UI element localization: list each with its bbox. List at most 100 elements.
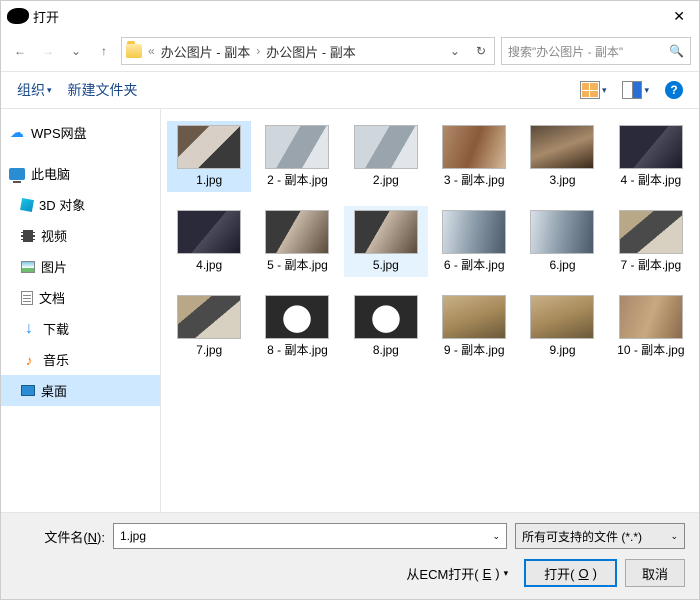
file-item[interactable]: 9.jpg [520, 291, 604, 362]
breadcrumb-sep: « [148, 44, 155, 58]
file-thumbnail [530, 125, 594, 169]
open-button[interactable]: 打开(O) [524, 559, 617, 587]
file-name: 7.jpg [196, 343, 222, 358]
filename-label: 文件名(N): [15, 527, 105, 546]
cloud-icon: ☁ [9, 125, 25, 141]
sidebar-item-cube[interactable]: 3D 对象 [1, 189, 160, 220]
sidebar-item-label: 3D 对象 [39, 195, 85, 214]
nav-row: ← → ⌄ ↑ « 办公图片 - 副本 › 办公图片 - 副本 ⌄ ↻ 搜索"办… [1, 31, 699, 71]
file-thumbnail [619, 295, 683, 339]
file-name: 3.jpg [549, 173, 575, 188]
address-dropdown[interactable]: ⌄ [444, 44, 466, 58]
ecm-open-button[interactable]: 从ECM打开(E)▾ [406, 564, 508, 583]
file-item[interactable]: 7.jpg [167, 291, 251, 362]
footer: 文件名(N): 1.jpg ⌄ 所有可支持的文件 (*.*) ⌄ 从ECM打开(… [1, 512, 699, 599]
cube-icon [20, 198, 34, 212]
file-name: 5 - 副本.jpg [267, 258, 328, 273]
search-input[interactable]: 搜索"办公图片 - 副本" 🔍 [501, 37, 691, 65]
close-icon[interactable]: ✕ [665, 4, 693, 29]
file-type-filter[interactable]: 所有可支持的文件 (*.*) ⌄ [515, 523, 685, 549]
sidebar: ☁WPS网盘此电脑 3D 对象视频图片文档↓ 下载 ♪ 音乐桌面 [1, 109, 161, 512]
file-item[interactable]: 8.jpg [344, 291, 428, 362]
sidebar-item-desk[interactable]: 桌面 [1, 375, 160, 406]
file-thumbnail [354, 210, 418, 254]
sidebar-item-label: 下载 [43, 319, 69, 338]
sidebar-item-film[interactable]: 视频 [1, 220, 160, 251]
file-thumbnail [442, 125, 506, 169]
new-folder-button[interactable]: 新建文件夹 [62, 76, 144, 104]
chevron-down-icon[interactable]: ⌄ [670, 531, 678, 542]
file-name: 8 - 副本.jpg [267, 343, 328, 358]
preview-pane-button[interactable]: ▾ [616, 77, 655, 103]
forward-button[interactable]: → [37, 40, 59, 62]
file-item[interactable]: 3 - 副本.jpg [432, 121, 516, 192]
open-dialog: 打开 ✕ ← → ⌄ ↑ « 办公图片 - 副本 › 办公图片 - 副本 ⌄ ↻… [0, 0, 700, 600]
file-item[interactable]: 7 - 副本.jpg [609, 206, 693, 277]
file-name: 1.jpg [196, 173, 222, 188]
file-thumbnail [177, 295, 241, 339]
refresh-icon[interactable]: ↻ [472, 44, 490, 58]
recent-dropdown[interactable]: ⌄ [65, 40, 87, 62]
file-thumbnail [530, 210, 594, 254]
sidebar-item-music[interactable]: ♪ 音乐 [1, 344, 160, 375]
file-name: 9 - 副本.jpg [444, 343, 505, 358]
breadcrumb-part-1[interactable]: 办公图片 - 副本 [266, 42, 356, 61]
file-name: 10 - 副本.jpg [617, 343, 684, 358]
file-thumbnail [177, 210, 241, 254]
file-thumbnail [442, 295, 506, 339]
address-bar[interactable]: « 办公图片 - 副本 › 办公图片 - 副本 ⌄ ↻ [121, 37, 495, 65]
sidebar-item-label: 桌面 [41, 381, 67, 400]
sidebar-item-cloud[interactable]: ☁WPS网盘 [1, 117, 160, 148]
cancel-button[interactable]: 取消 [625, 559, 685, 587]
file-name: 4.jpg [196, 258, 222, 273]
titlebar: 打开 ✕ [1, 1, 699, 31]
desk-icon [21, 385, 35, 396]
sidebar-item-label: 图片 [41, 257, 67, 276]
file-grid: 1.jpg 2 - 副本.jpg2.jpg3 - 副本.jpg 3.jpg 4 - 副… [161, 109, 699, 512]
file-item[interactable]: 8 - 副本.jpg [255, 291, 339, 362]
back-button[interactable]: ← [9, 40, 31, 62]
sidebar-item-pic[interactable]: 图片 [1, 251, 160, 282]
pic-icon [21, 261, 35, 273]
file-item[interactable]: 2 - 副本.jpg [255, 121, 339, 192]
organize-button[interactable]: 组织▾ [11, 76, 58, 104]
sidebar-item-label: 此电脑 [31, 164, 70, 183]
file-name: 7 - 副本.jpg [620, 258, 681, 273]
file-item[interactable]: 6.jpg [520, 206, 604, 277]
help-button[interactable]: ? [659, 77, 689, 103]
sidebar-item-label: 音乐 [43, 350, 69, 369]
file-item[interactable]: 2.jpg [344, 121, 428, 192]
file-thumbnail [177, 125, 241, 169]
sidebar-item-doc[interactable]: 文档 [1, 282, 160, 313]
dl-icon: ↓ [21, 321, 37, 337]
toolbar: 组织▾ 新建文件夹 ▾ ▾ ? [1, 71, 699, 109]
file-item[interactable]: 5.jpg [344, 206, 428, 277]
sidebar-item-pc[interactable]: 此电脑 [1, 158, 160, 189]
filename-input[interactable]: 1.jpg ⌄ [113, 523, 507, 549]
file-item[interactable]: 10 - 副本.jpg [609, 291, 693, 362]
view-mode-button[interactable]: ▾ [574, 77, 613, 103]
file-item[interactable]: 5 - 副本.jpg [255, 206, 339, 277]
file-item[interactable]: 4.jpg [167, 206, 251, 277]
sidebar-item-label: 视频 [41, 226, 67, 245]
file-item[interactable]: 4 - 副本.jpg [609, 121, 693, 192]
breadcrumb-part-0[interactable]: 办公图片 - 副本 [161, 42, 251, 61]
sidebar-item-dl[interactable]: ↓ 下载 [1, 313, 160, 344]
file-name: 8.jpg [373, 343, 399, 358]
file-name: 6.jpg [549, 258, 575, 273]
file-item[interactable]: 9 - 副本.jpg [432, 291, 516, 362]
folder-icon [126, 44, 142, 58]
file-item[interactable]: 3.jpg [520, 121, 604, 192]
file-item[interactable]: 1.jpg [167, 121, 251, 192]
file-name: 5.jpg [373, 258, 399, 273]
search-placeholder: 搜索"办公图片 - 副本" [508, 43, 669, 60]
film-icon [21, 230, 35, 242]
file-thumbnail [265, 295, 329, 339]
chevron-down-icon[interactable]: ⌄ [492, 531, 500, 542]
file-item[interactable]: 6 - 副本.jpg [432, 206, 516, 277]
music-icon: ♪ [21, 352, 37, 368]
sidebar-item-label: 文档 [39, 288, 65, 307]
up-button[interactable]: ↑ [93, 40, 115, 62]
file-thumbnail [619, 210, 683, 254]
pc-icon [9, 168, 25, 180]
